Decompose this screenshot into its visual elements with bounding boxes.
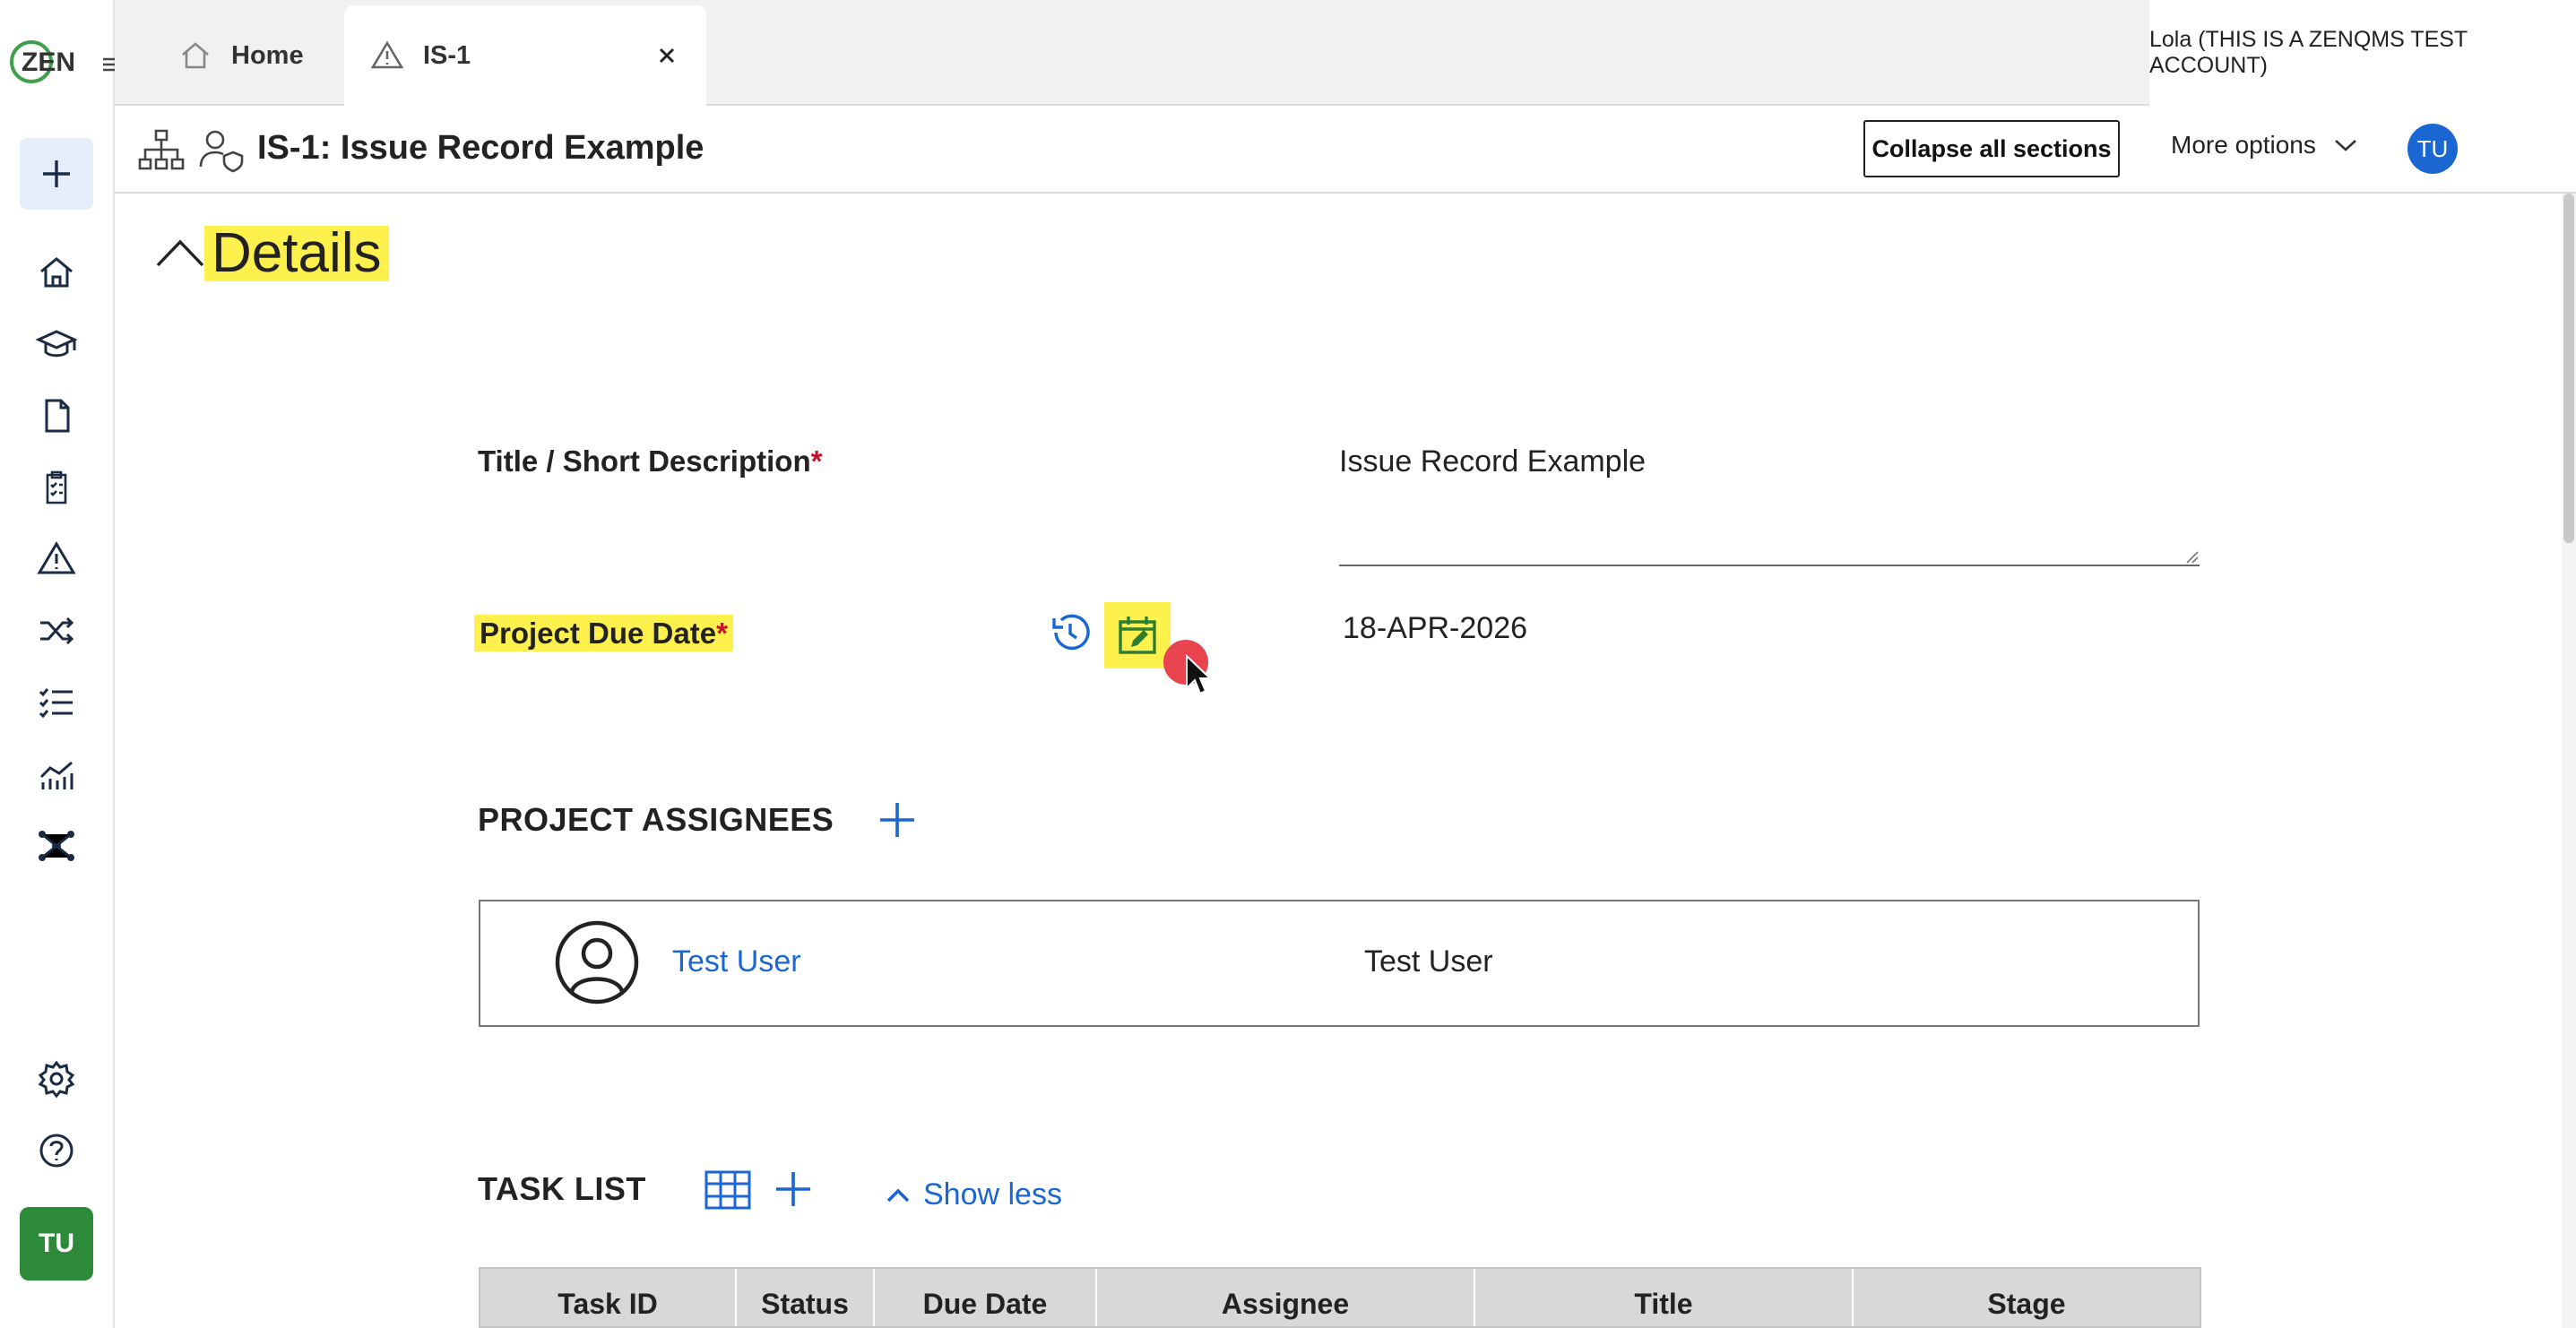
- mouse-pointer-icon: [1186, 654, 1212, 695]
- required-mark: *: [810, 444, 823, 478]
- section-title-details: Details: [204, 226, 389, 281]
- document-icon: [45, 399, 70, 433]
- left-sidebar: ZEN TU: [0, 0, 119, 1328]
- tab-is-1[interactable]: IS-1: [344, 5, 706, 106]
- due-date-label: Project Due Date*: [474, 615, 733, 651]
- task-list-heading: TASK LIST: [478, 1170, 646, 1207]
- warning-icon: [37, 541, 76, 574]
- sidebar-item-documents[interactable]: [20, 380, 93, 452]
- grid-view-icon[interactable]: [703, 1167, 753, 1213]
- collapse-all-button[interactable]: Collapse all sections: [1863, 120, 2120, 177]
- tab-is-1-label: IS-1: [423, 40, 471, 70]
- tab-home-label: Home: [231, 40, 304, 70]
- zen-logo[interactable]: ZEN: [9, 36, 77, 88]
- checklist-icon: [39, 688, 73, 719]
- account-name: Lola (THIS IS A ZENQMS TEST ACCOUNT): [2149, 27, 2468, 78]
- clipboard-icon: [46, 470, 67, 504]
- record-avatar[interactable]: TU: [2407, 124, 2458, 174]
- sidebar-item-tasks[interactable]: [20, 667, 93, 738]
- home-icon: [182, 42, 209, 69]
- title-label-text: Title / Short Description: [478, 444, 811, 478]
- title-field-value[interactable]: Issue Record Example: [1339, 444, 1646, 479]
- app-root: ZEN TU Home IS-1 Lola (THIS IS A ZENQMS …: [0, 0, 2576, 1328]
- warning-icon: [370, 40, 404, 69]
- assignee-link[interactable]: Test User: [672, 944, 801, 979]
- scrollbar-thumb[interactable]: [2563, 194, 2574, 543]
- hierarchy-icon[interactable]: [136, 125, 186, 176]
- user-shield-icon[interactable]: [197, 125, 247, 176]
- vertical-scrollbar[interactable]: [2562, 194, 2576, 1328]
- sidebar-item-home[interactable]: [20, 237, 93, 308]
- title-field-label: Title / Short Description*: [478, 444, 822, 479]
- due-date-label-text: Project Due Date: [480, 617, 717, 650]
- sidebar-item-network[interactable]: [20, 810, 93, 882]
- sidebar-item-training[interactable]: [20, 308, 93, 380]
- sidebar-item-changes[interactable]: [20, 595, 93, 667]
- details-panel: Details Title / Short Description* Issue…: [115, 194, 2562, 1328]
- user-avatar[interactable]: TU: [20, 1207, 93, 1281]
- assignee-name: Test User: [1364, 944, 1493, 979]
- column-status[interactable]: Status: [737, 1269, 875, 1326]
- column-due-date[interactable]: Due Date: [875, 1269, 1097, 1326]
- add-icon: [43, 160, 70, 187]
- history-icon: [1052, 614, 1090, 651]
- history-button[interactable]: [1042, 604, 1099, 661]
- create-new-button[interactable]: [20, 138, 93, 210]
- sidebar-item-issues[interactable]: [20, 523, 93, 595]
- logo-text: ZEN: [22, 47, 75, 77]
- resize-handle-icon[interactable]: [2183, 548, 2200, 565]
- home-icon: [40, 257, 73, 288]
- training-icon: [35, 330, 78, 358]
- calendar-edit-icon: [1119, 617, 1156, 654]
- chevron-down-icon: [2335, 140, 2356, 151]
- account-label[interactable]: Lola (THIS IS A ZENQMS TEST ACCOUNT): [2149, 0, 2576, 106]
- sidebar-item-help[interactable]: [20, 1115, 93, 1186]
- due-date-value[interactable]: 18-APR-2026: [1343, 611, 1527, 646]
- record-title: IS-1: Issue Record Example: [257, 129, 705, 167]
- column-assignee[interactable]: Assignee: [1097, 1269, 1475, 1326]
- title-field-underline: [1339, 565, 2200, 566]
- assignee-row: Test User Test User: [479, 900, 2200, 1027]
- project-assignees-heading: PROJECT ASSIGNEES: [478, 801, 834, 838]
- shuffle-icon: [40, 617, 74, 645]
- chevron-up-icon[interactable]: [154, 233, 206, 272]
- required-mark: *: [716, 617, 728, 650]
- network-icon: [39, 831, 74, 861]
- tab-bar: Home IS-1 Lola (THIS IS A ZENQMS TEST AC…: [115, 0, 2576, 106]
- tab-home[interactable]: Home: [177, 5, 304, 106]
- add-task-icon[interactable]: [771, 1167, 816, 1212]
- show-less-label: Show less: [923, 1177, 1062, 1212]
- sidebar-item-settings[interactable]: [20, 1043, 93, 1115]
- sidebar-item-audits[interactable]: [20, 452, 93, 523]
- column-stage[interactable]: Stage: [1854, 1269, 2200, 1326]
- analytics-icon: [39, 761, 73, 789]
- add-assignee-icon[interactable]: [875, 798, 920, 842]
- sidebar-item-analytics[interactable]: [20, 738, 93, 810]
- due-date-label-highlight: Project Due Date*: [474, 615, 733, 651]
- close-tab-icon[interactable]: [653, 41, 681, 70]
- column-task-id[interactable]: Task ID: [480, 1269, 737, 1326]
- show-less-toggle[interactable]: Show less: [886, 1177, 1062, 1212]
- more-options-label: More options: [2171, 131, 2316, 159]
- edit-date-button[interactable]: [1104, 602, 1171, 668]
- more-options-dropdown[interactable]: More options: [2171, 131, 2357, 160]
- task-table-header: Task ID Status Due Date Assignee Title S…: [479, 1267, 2201, 1328]
- person-icon: [555, 920, 639, 1005]
- help-icon: [39, 1134, 73, 1168]
- chevron-up-icon: [886, 1187, 910, 1202]
- settings-icon: [38, 1060, 75, 1099]
- record-header: IS-1: Issue Record Example Collapse all …: [115, 106, 2576, 194]
- column-title[interactable]: Title: [1475, 1269, 1854, 1326]
